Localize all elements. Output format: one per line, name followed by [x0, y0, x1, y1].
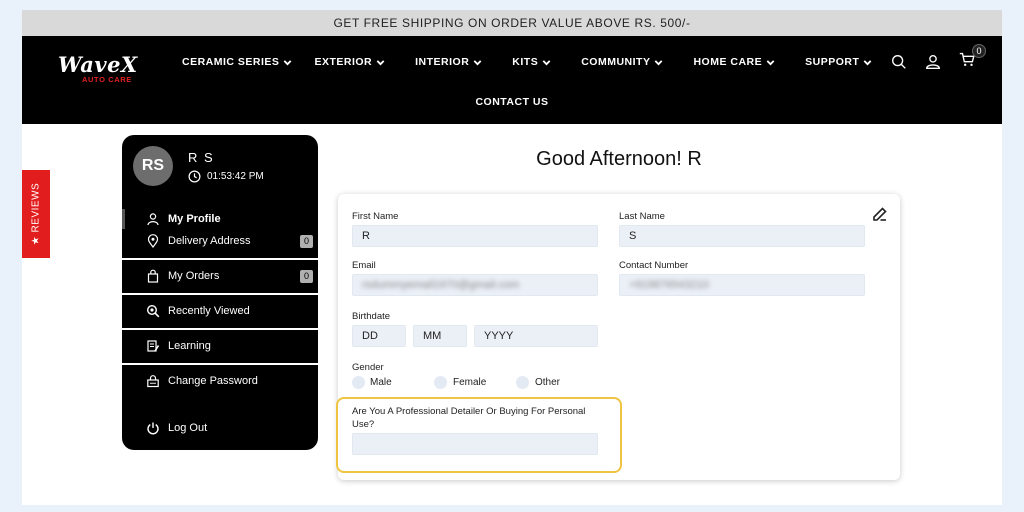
contact-number-field[interactable]: +919876543210: [619, 274, 865, 296]
nav-support[interactable]: SUPPORT: [805, 56, 873, 68]
last-name-label: Last Name: [619, 211, 665, 222]
sidebar-item-label: Change Password: [168, 375, 258, 387]
nav-contact-us[interactable]: CONTACT US: [22, 96, 1002, 108]
gender-male-radio[interactable]: [352, 376, 365, 389]
site-header: WaveX AUTO CARE CERAMIC SERIES EXTERIOR …: [22, 36, 1002, 124]
search-icon[interactable]: [890, 53, 908, 71]
birth-month-field[interactable]: MM: [413, 325, 467, 347]
nav-label: COMMUNITY: [581, 56, 651, 68]
chevron-down-icon: [473, 59, 482, 65]
user-icon[interactable]: [924, 53, 942, 71]
user-name: R S: [188, 150, 215, 165]
first-name-label: First Name: [352, 211, 399, 222]
nav-label: EXTERIOR: [314, 56, 373, 68]
cart-count-badge: 0: [972, 44, 986, 58]
shopping-bag-icon: [147, 269, 159, 283]
divider: [122, 363, 318, 365]
logo-text: WaveX: [58, 52, 138, 77]
gender-female-label: Female: [453, 377, 487, 388]
announcement-bar: GET FREE SHIPPING ON ORDER VALUE ABOVE R…: [22, 10, 1002, 36]
gender-male-label: Male: [370, 377, 392, 388]
lock-icon: [147, 375, 159, 388]
learning-icon: [147, 340, 160, 352]
reviews-tab[interactable]: ★ REVIEWS: [22, 170, 50, 258]
delivery-count-badge: 0: [300, 234, 313, 248]
contact-number-value: +919876543210: [629, 279, 709, 291]
nav-label: SUPPORT: [805, 56, 860, 68]
gender-female-radio[interactable]: [434, 376, 447, 389]
last-name-field[interactable]: S: [619, 225, 865, 247]
header-icons: 0: [890, 44, 986, 73]
nav-community[interactable]: COMMUNITY: [581, 56, 664, 68]
session-time-value: 01:53:42 PM: [207, 171, 264, 182]
orders-count-badge: 0: [300, 269, 313, 283]
main-nav: CERAMIC SERIES EXTERIOR INTERIOR KITS CO…: [182, 56, 873, 68]
sidebar-item-label: My Profile: [168, 213, 221, 225]
chevron-down-icon: [864, 59, 872, 65]
clock-icon: [188, 170, 201, 183]
logout-button[interactable]: Log Out: [122, 416, 318, 440]
gender-other-label: Other: [535, 377, 561, 388]
gender-label: Gender: [352, 362, 384, 373]
sidebar-item-label: Log Out: [168, 422, 208, 434]
nav-interior[interactable]: INTERIOR: [415, 56, 483, 68]
logo-tagline: AUTO CARE: [82, 75, 132, 84]
email-label: Email: [352, 260, 376, 271]
gender-other-radio[interactable]: [516, 376, 529, 389]
user-icon: [147, 213, 159, 226]
nav-label: KITS: [512, 56, 539, 68]
divider: [122, 328, 318, 330]
email-field[interactable]: rsdummyemail1970@gmail.com: [352, 274, 598, 296]
nav-kits[interactable]: KITS: [512, 56, 552, 68]
chevron-down-icon: [542, 59, 551, 65]
sidebar-item-change-password[interactable]: Change Password: [122, 369, 318, 393]
reviews-tab-label: ★ REVIEWS: [30, 182, 42, 246]
sidebar-item-label: Recently Viewed: [168, 305, 250, 317]
sidebar-item-label: Learning: [168, 340, 211, 352]
nav-label: HOME CARE: [693, 56, 763, 68]
avatar: RS: [133, 146, 173, 186]
email-value: rsdummyemail1970@gmail.com: [362, 279, 520, 291]
birthdate-label: Birthdate: [352, 311, 391, 322]
chevron-down-icon: [376, 59, 385, 65]
chevron-down-icon: [766, 59, 775, 65]
cart-button[interactable]: 0: [958, 44, 986, 73]
nav-label: CERAMIC SERIES: [182, 56, 280, 68]
session-time: 01:53:42 PM: [188, 170, 264, 183]
nav-exterior[interactable]: EXTERIOR: [314, 56, 386, 68]
sidebar-item-my-profile[interactable]: My Profile: [122, 207, 318, 231]
sidebar-item-recently-viewed[interactable]: Recently Viewed: [122, 299, 318, 323]
chevron-down-icon: [655, 59, 663, 65]
sidebar-item-label: Delivery Address: [168, 235, 251, 247]
site-logo[interactable]: WaveX AUTO CARE: [58, 54, 138, 84]
sidebar-item-learning[interactable]: Learning: [122, 334, 318, 358]
nav-label: CONTACT US: [475, 96, 549, 108]
sidebar-item-label: My Orders: [168, 270, 220, 282]
birth-day-field[interactable]: DD: [352, 325, 406, 347]
power-icon: [147, 422, 159, 435]
search-view-icon: [146, 304, 160, 318]
account-sidebar: RS R S 01:53:42 PM My Profile Delivery A…: [122, 135, 318, 450]
location-pin-icon: [147, 234, 159, 248]
greeting-title: Good Afternoon! R: [536, 148, 702, 170]
birth-year-field[interactable]: YYYY: [474, 325, 598, 347]
divider: [122, 293, 318, 295]
sidebar-item-my-orders[interactable]: My Orders 0: [122, 264, 318, 288]
nav-home-care[interactable]: HOME CARE: [693, 56, 776, 68]
first-name-field[interactable]: R: [352, 225, 598, 247]
chevron-down-icon: [284, 59, 292, 65]
edit-icon[interactable]: [872, 206, 888, 222]
divider: [122, 258, 318, 260]
contact-number-label: Contact Number: [619, 260, 689, 271]
nav-ceramic-series[interactable]: CERAMIC SERIES: [182, 56, 293, 68]
sidebar-item-delivery-address[interactable]: Delivery Address 0: [122, 229, 318, 253]
nav-label: INTERIOR: [415, 56, 470, 68]
highlight-box: [336, 397, 622, 473]
